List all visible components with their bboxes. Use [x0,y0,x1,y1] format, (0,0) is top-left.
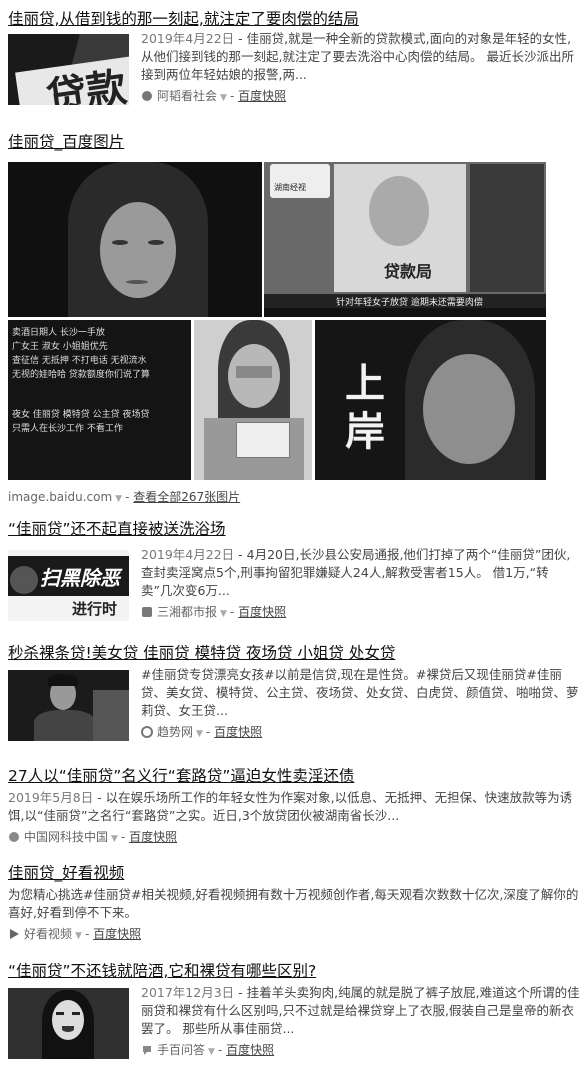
ad-line: 夜女 佳丽贷 模特贷 公主贷 夜场贷 [12,410,150,420]
search-results-page: 佳丽贷,从借到钱的那一刻起,就注定了要肉偿的结局 贷款 2019年4月22日 -… [0,0,588,1077]
result-abstract: 为您精心挑选#佳丽贷#相关视频,好看视频拥有数十万视频创作者,每天观看次数数十亿… [8,887,579,920]
source-icon [141,725,153,738]
view-all-images-link[interactable]: 查看全部267张图片 [133,490,240,504]
gallery-image[interactable] [8,162,262,317]
gallery-image[interactable]: 卖酒日期人 长沙一手放 广女王 淑女 小姐姐优先 查征信 无抵押 不打电话 无视… [8,320,191,480]
gallery-caption: 上岸 [345,360,385,455]
result-abstract: #佳丽贷专贷漂亮女孩#以前是信贷,现在是性贷。#裸贷后又现佳丽贷#佳丽贷、美女贷… [141,667,579,718]
result-thumbnail[interactable] [8,988,129,1059]
tv-caption: 贷款局 [384,262,433,281]
result-2: 佳丽贷_百度图片 [8,131,580,153]
result-source: 三湘都市报 ▼ - 百度快照 [141,603,580,623]
result-abstract: 2019年4月22日 - 佳丽贷,就是一种全新的贷款模式,面向的对象是年轻的女性… [141,31,574,82]
ad-line: 无视的娃哈哈 贷款额度你们说了算 [12,370,150,380]
gallery-image[interactable]: 湖南经视 贷款局 针对年轻女子放贷 逾期未还需要肉偿 [264,162,546,317]
snapshot-link[interactable]: 百度快照 [238,89,286,103]
result-3: “佳丽贷”还不起直接被送洗浴场 扫黑除恶 进行时 2019年4月22日 - 4月… [8,518,580,623]
ad-line: 广女王 淑女 小姐姐优先 [12,342,108,352]
result-title[interactable]: 秒杀裸条贷!美女贷 佳丽贷 模特贷 夜场贷 小姐贷 处女贷 [8,642,580,664]
snapshot-link[interactable]: 百度快照 [214,725,262,739]
tv-logo-text: 湖南经视 [274,183,306,192]
source-icon [141,605,153,617]
thumb-caption: 扫黑除恶 [40,566,120,590]
chevron-down-icon[interactable]: ▼ [75,931,82,941]
result-thumbnail[interactable]: 扫黑除恶 进行时 [8,550,129,621]
chevron-down-icon[interactable]: ▼ [111,834,118,844]
result-source: 好看视频 ▼ - 百度快照 [8,925,580,945]
result-title[interactable]: “佳丽贷”不还钱就陪酒,它和裸贷有哪些区别? [8,960,580,982]
result-title[interactable]: 佳丽贷_好看视频 [8,862,580,884]
result-1: 佳丽贷,从借到钱的那一刻起,就注定了要肉偿的结局 贷款 2019年4月22日 -… [8,8,580,107]
gallery-image[interactable]: 上岸 [315,320,546,480]
result-abstract: 2019年4月22日 - 4月20日,长沙县公安局通报,他们打掉了两个“佳丽贷”… [141,547,571,598]
result-thumbnail[interactable]: 贷款 [8,34,129,105]
chevron-down-icon[interactable]: ▼ [220,609,227,619]
play-icon [8,927,20,939]
result-source: 中国网科技中国 ▼ - 百度快照 [8,828,580,848]
snapshot-link[interactable]: 百度快照 [238,605,286,619]
chevron-down-icon[interactable]: ▼ [115,494,122,504]
ad-line: 只需人在长沙工作 不看工作 [12,424,123,434]
gallery-image[interactable] [194,320,312,480]
result-source: 趋势网 ▼ - 百度快照 [141,723,580,743]
chevron-down-icon[interactable]: ▼ [196,729,203,739]
snapshot-link[interactable]: 百度快照 [93,927,141,941]
image-gallery: 湖南经视 贷款局 针对年轻女子放贷 逾期未还需要肉偿 卖酒日期人 长沙一手放 广… [8,162,546,480]
result-5: 27人以“佳丽贷”名义行“套路贷”逼迫女性卖淫还债 2019年5月8日 - 以在… [8,765,580,848]
snapshot-link[interactable]: 百度快照 [226,1043,274,1057]
result-source: 手百问答 ▼ - 百度快照 [141,1041,580,1061]
chevron-down-icon[interactable]: ▼ [220,93,227,103]
result-abstract: 2017年12月3日 - 挂着羊头卖狗肉,纯属的就是脱了裤子放屁,难道这个所谓的… [141,985,580,1036]
thumb-caption-2: 进行时 [72,600,118,618]
result-7: “佳丽贷”不还钱就陪酒,它和裸贷有哪些区别? 2017年12月3日 - 挂着羊头… [8,960,580,1061]
result-6: 佳丽贷_好看视频 为您精心挑选#佳丽贷#相关视频,好看视频拥有数十万视频创作者,… [8,862,580,945]
ad-line: 查征信 无抵押 不打电话 无视流水 [12,356,147,366]
tv-ticker: 针对年轻女子放贷 逾期未还需要肉偿 [336,298,483,308]
gallery-source: image.baidu.com ▼ - 查看全部267张图片 [8,490,241,504]
result-thumbnail[interactable] [8,670,129,741]
snapshot-link[interactable]: 百度快照 [129,830,177,844]
result-title[interactable]: 27人以“佳丽贷”名义行“套路贷”逼迫女性卖淫还债 [8,765,580,787]
result-abstract: 2019年5月8日 - 以在娱乐场所工作的年轻女性为作案对象,以低息、无抵押、无… [8,790,573,823]
chevron-down-icon[interactable]: ▼ [208,1047,215,1057]
result-source: 阿韬看社会 ▼ - 百度快照 [141,87,580,107]
source-icon [8,830,20,842]
ad-line: 卖酒日期人 长沙一手放 [12,328,105,338]
result-title[interactable]: 佳丽贷,从借到钱的那一刻起,就注定了要肉偿的结局 [8,8,580,30]
result-title[interactable]: “佳丽贷”还不起直接被送洗浴场 [8,518,580,540]
source-icon [141,1043,153,1055]
result-4: 秒杀裸条贷!美女贷 佳丽贷 模特贷 夜场贷 小姐贷 处女贷 #佳丽贷专贷漂亮女孩… [8,642,580,743]
source-icon [141,89,153,101]
result-title[interactable]: 佳丽贷_百度图片 [8,131,580,153]
